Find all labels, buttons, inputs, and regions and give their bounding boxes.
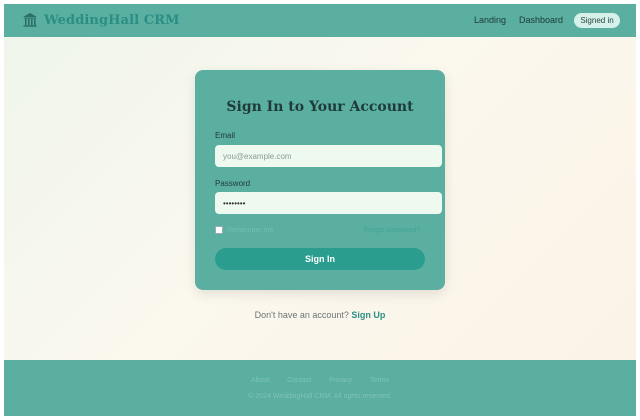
- remember-me[interactable]: Remember me: [215, 226, 273, 234]
- forgot-password-link[interactable]: Forgot password?: [364, 227, 420, 234]
- sign-in-button[interactable]: Sign In: [215, 248, 425, 270]
- signed-in-badge[interactable]: Signed in: [574, 13, 620, 28]
- footer-link-terms[interactable]: Terms: [370, 377, 389, 384]
- footer-copyright: © 2024 WeddingHall CRM. All rights reser…: [248, 393, 392, 400]
- building-columns-icon: [23, 13, 37, 27]
- footer-link-about[interactable]: About: [251, 377, 269, 384]
- password-input[interactable]: [215, 192, 442, 214]
- page: WeddingHall CRM Landing Dashboard Signed…: [4, 4, 636, 416]
- sign-up-link[interactable]: Sign Up: [351, 310, 385, 320]
- footer: About Contact Privacy Terms © 2024 Weddi…: [4, 360, 636, 416]
- card-title: Sign In to Your Account: [226, 99, 414, 115]
- footer-links: About Contact Privacy Terms: [4, 377, 636, 384]
- email-label: Email: [215, 131, 236, 140]
- email-input[interactable]: [215, 145, 442, 167]
- signup-prompt: Don't have an account? Sign Up: [4, 310, 636, 320]
- remember-checkbox[interactable]: [215, 226, 223, 234]
- signup-text: Don't have an account?: [254, 310, 349, 320]
- footer-link-contact[interactable]: Contact: [287, 377, 311, 384]
- nav-landing-link[interactable]: Landing: [474, 15, 506, 25]
- sign-in-card: Sign In to Your Account Email Password R…: [195, 70, 445, 290]
- remember-label: Remember me: [227, 226, 274, 234]
- brand[interactable]: WeddingHall CRM: [22, 12, 180, 28]
- top-navbar: WeddingHall CRM Landing Dashboard Signed…: [4, 4, 636, 37]
- password-label: Password: [215, 179, 251, 188]
- footer-link-privacy[interactable]: Privacy: [329, 377, 352, 384]
- nav-dashboard-link[interactable]: Dashboard: [519, 15, 563, 25]
- brand-name: WeddingHall CRM: [44, 12, 180, 28]
